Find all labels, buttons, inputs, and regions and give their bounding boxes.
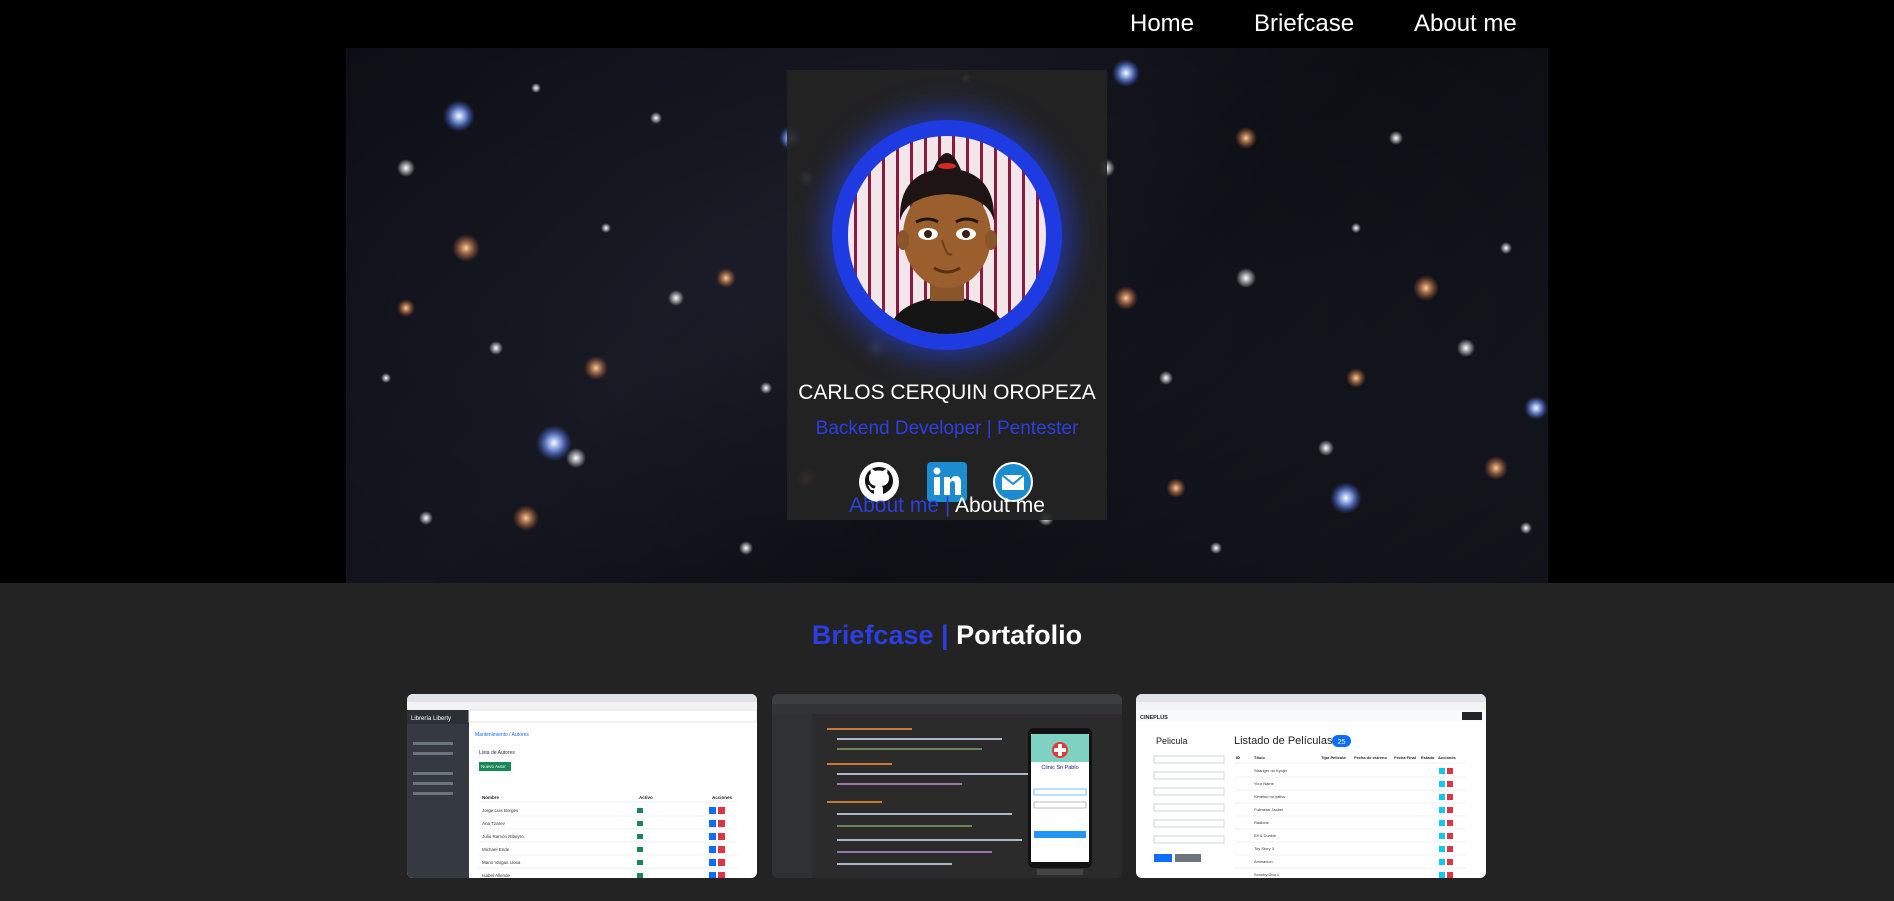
cineplus-count-badge: 25 [1338, 739, 1346, 746]
libreria-app-title: Librería Liberty [411, 716, 451, 722]
cineplus-list-title: Listado de Películas [1234, 735, 1333, 747]
cineplus-row: Toy Story 3 [1254, 846, 1275, 851]
profile-role: Backend Developer | Pentester [815, 418, 1079, 439]
galaxy-background-image: CARLOS CERQUIN OROPEZA Backend Developer… [346, 48, 1548, 583]
libreria-new-button: Nuevo Autor [481, 764, 506, 769]
libreria-section-title: Lista de Autores [479, 750, 515, 756]
cineplus-row: Stranger no Kyojin [1254, 768, 1287, 773]
avatar-ring [832, 120, 1062, 350]
libreria-col-acciones: Acciones [712, 795, 733, 800]
libreria-col-activo: Activo [639, 795, 653, 800]
heading-portafolio: Portafolio [956, 620, 1083, 650]
cineplus-row: Scooby Doo 1 [1254, 872, 1280, 877]
cineplus-col-estado: Estado [1421, 755, 1435, 760]
cineplus-row: Animacion [1254, 859, 1273, 864]
card-links: About me | About me [787, 494, 1107, 518]
cineplus-row: Kimetsu no yaiba [1254, 794, 1285, 799]
clinic-app-title: Clinic Sn Pablo [1041, 765, 1078, 771]
avatar [848, 136, 1046, 334]
cineplus-col-id: ID [1236, 755, 1240, 760]
cineplus-brand: CINEPLUS [1140, 715, 1168, 721]
libreria-row: Michael Ende [482, 847, 510, 852]
cineplus-col-acciones: Acciones [1438, 755, 1457, 760]
hero-section: CARLOS CERQUIN OROPEZA Backend Developer… [0, 48, 1894, 583]
top-navbar: Home Briefcase About me [0, 0, 1894, 48]
libreria-row: Jorge Luis Borges [482, 808, 519, 813]
project-thumbnail-clinic-app[interactable]: Clinic Sn Pablo [772, 694, 1122, 878]
cineplus-row: Fullmetal Jacket [1254, 807, 1284, 812]
cineplus-row: Elf & Dunkle [1254, 833, 1277, 838]
about-me-link-blue[interactable]: About me | [849, 494, 950, 517]
libreria-breadcrumb: Mantenimiento / Autores [475, 732, 529, 738]
cineplus-col-tipo: Tipo Película [1321, 755, 1346, 760]
nav-home-link[interactable]: Home [1130, 10, 1194, 38]
libreria-row: Ana Tzarev [482, 821, 506, 826]
nav-briefcase-link[interactable]: Briefcase [1254, 10, 1354, 38]
project-thumbnail-cineplus[interactable]: CINEPLUS Pelicula Listado de Películas 2… [1136, 694, 1486, 878]
cineplus-row: Your Name [1254, 781, 1275, 786]
libreria-row: Isabel Allende [482, 873, 511, 878]
libreria-col-nombre: Nombre [482, 795, 499, 800]
profile-name: CARLOS CERQUIN OROPEZA [798, 381, 1096, 404]
cineplus-col-final: Fecha Final [1394, 755, 1416, 760]
portfolio-heading: Briefcase | Portafolio [0, 620, 1894, 651]
about-me-link-white[interactable]: About me [955, 494, 1045, 517]
heading-briefcase: Briefcase | [811, 620, 949, 650]
nav-about-link[interactable]: About me [1414, 10, 1517, 38]
avatar-illustration [888, 153, 1006, 334]
cineplus-col-estreno: Fecha de estreno [1354, 755, 1387, 760]
libreria-row: Mario Vargas Llosa [482, 860, 521, 865]
cineplus-row: Radiohe [1254, 820, 1270, 825]
cineplus-form-title: Pelicula [1156, 736, 1188, 746]
cineplus-col-titulo: Título [1254, 755, 1265, 760]
libreria-row: Julio Ramón Ribeyro [482, 834, 524, 839]
profile-card: CARLOS CERQUIN OROPEZA Backend Developer… [787, 70, 1107, 520]
project-thumbnail-libreria[interactable]: Librería Liberty Mantenimiento / Autores… [407, 694, 757, 878]
